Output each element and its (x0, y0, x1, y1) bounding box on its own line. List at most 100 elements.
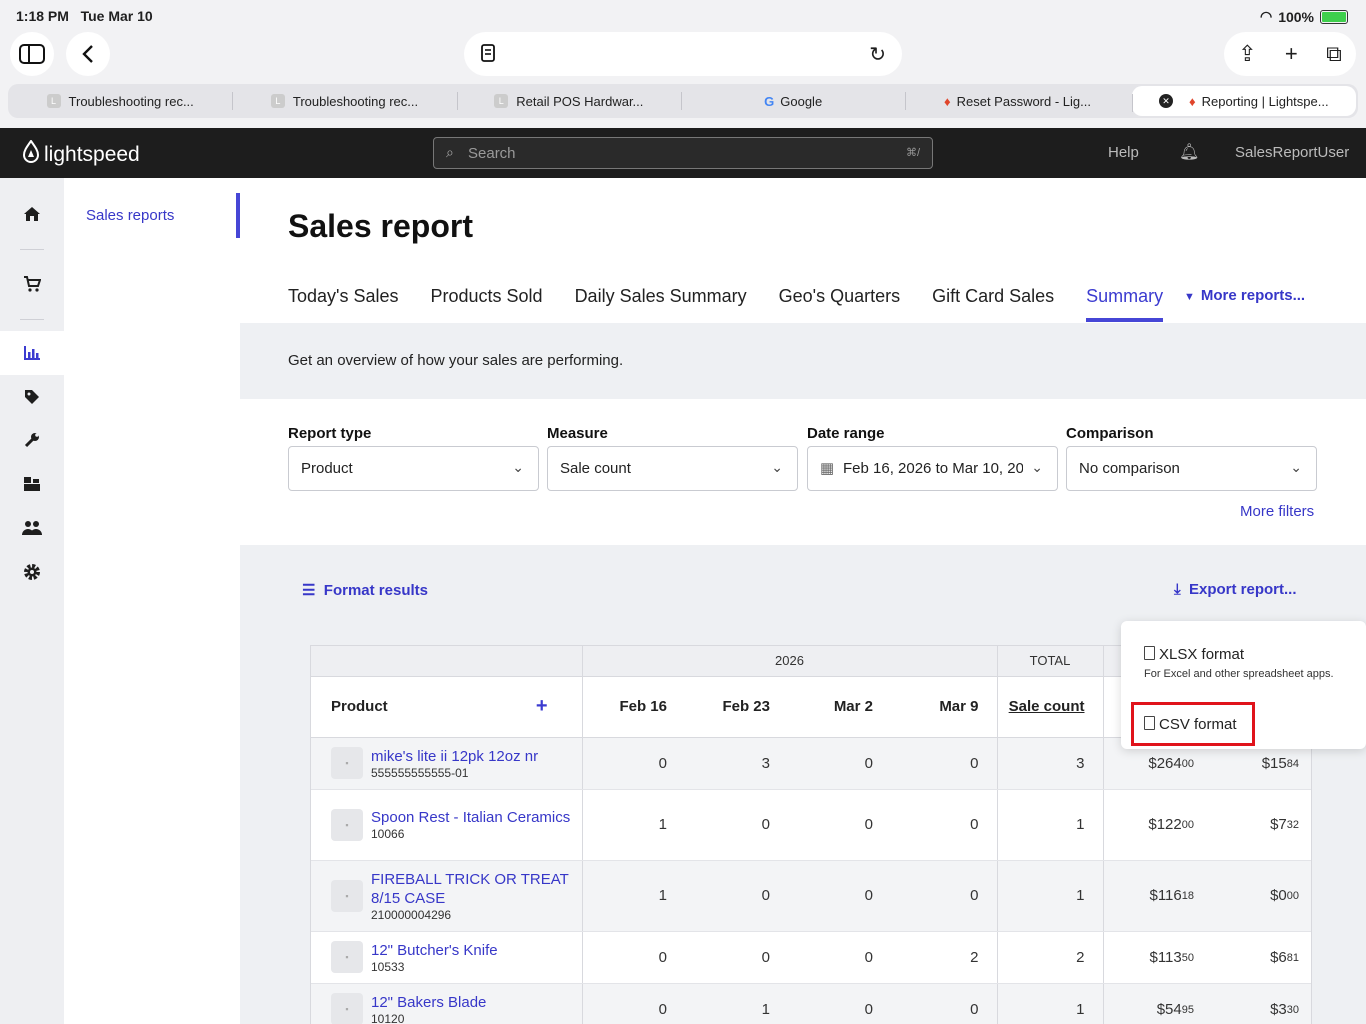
week-value: 0 (582, 931, 685, 984)
product-link[interactable]: FIREBALL TRICK OR TREAT 8/15 CASE (371, 870, 571, 908)
col-week[interactable]: Feb 23 (685, 676, 788, 738)
report-type-select[interactable]: Product ⌄ (288, 446, 539, 491)
col-week[interactable]: Mar 2 (788, 676, 891, 738)
total-value: 3 (996, 737, 1104, 790)
table-body: ▪ mike's lite ii 12pk 12oz nr 555555555555… (311, 737, 1311, 1024)
measure-select[interactable]: Sale count ⌄ (547, 446, 798, 491)
subnav-sales-reports[interactable]: Sales reports (86, 207, 174, 224)
col-sale-count[interactable]: Sale count (996, 676, 1104, 738)
tab-summary[interactable]: Summary (1086, 286, 1164, 322)
table-row: ▪ 12" Bakers Blade 10120 0 1 0 0 1 $5495 $330 (311, 983, 1311, 1024)
total-value: 2 (996, 931, 1104, 984)
caret-down-icon: ▼ (1184, 291, 1195, 303)
status-bar: 1:18 PM Tue Mar 10 ◠ 100% (0, 0, 1366, 32)
sidebar-toggle-icon[interactable] (10, 32, 54, 76)
week-value: 0 (582, 983, 685, 1024)
product-thumbnail: ▪ (331, 808, 363, 841)
flame-logo-icon (22, 139, 40, 170)
user-menu[interactable]: SalesReportUser (1235, 144, 1349, 161)
tab-gift-card-sales[interactable]: Gift Card Sales (932, 286, 1054, 322)
amount-value: $000 (1208, 860, 1311, 932)
add-column-icon[interactable]: + (536, 695, 548, 718)
export-report-button[interactable]: ⤓ Export report... (1174, 581, 1297, 598)
lightspeed-logo[interactable]: lightspeed (22, 139, 140, 170)
chevron-down-icon: ⌄ (512, 459, 524, 475)
wrench-icon[interactable] (0, 420, 64, 460)
more-filters-link[interactable]: More filters (1240, 503, 1314, 520)
amount-value: $732 (1208, 789, 1311, 861)
new-tab-icon[interactable]: + (1285, 41, 1298, 67)
share-icon[interactable]: ⇪ (1238, 41, 1256, 67)
product-thumbnail: ▪ (331, 879, 363, 912)
week-value: 0 (788, 737, 891, 790)
product-cell: ▪ Spoon Rest - Italian Ceramics 10066 (311, 789, 583, 861)
icon-sidebar (0, 178, 64, 1024)
browser-tab[interactable]: L Troubleshooting rec... (8, 84, 232, 118)
cart-icon[interactable] (0, 264, 64, 304)
product-thumbnail: ▪ (331, 941, 363, 973)
search-input[interactable] (468, 143, 868, 163)
tag-icon[interactable] (0, 377, 64, 417)
customers-icon[interactable] (0, 508, 64, 548)
tab-geos-quarters[interactable]: Geo's Quarters (779, 286, 900, 322)
product-link[interactable]: 12" Butcher's Knife (371, 941, 571, 960)
more-reports-dropdown[interactable]: ▼ More reports... (1184, 287, 1305, 304)
format-results-button[interactable]: ☰ Format results (302, 581, 428, 599)
table-row: ▪ FIREBALL TRICK OR TREAT 8/15 CASE 210000… (311, 860, 1311, 932)
col-week[interactable]: Mar 9 (891, 676, 997, 738)
col-product[interactable]: Product + (311, 676, 583, 738)
browser-tab[interactable]: L Retail POS Hardwar... (456, 84, 681, 118)
address-bar[interactable]: ↻ (464, 32, 902, 76)
tabs-overview-icon[interactable]: ⧉ (1326, 41, 1342, 67)
report-tabs: Today's Sales Products Sold Daily Sales … (288, 286, 1195, 322)
overview-text: Get an overview of how your sales are pe… (288, 352, 624, 369)
bell-icon[interactable]: 🔔︎ (1179, 142, 1199, 162)
export-menu: XLSX format For Excel and other spreadsh… (1121, 621, 1366, 749)
tab-products-sold[interactable]: Products Sold (431, 286, 543, 322)
flame-favicon-icon: ♦ (943, 93, 951, 109)
reader-icon[interactable] (480, 44, 496, 67)
date-range-picker[interactable]: ▦ Feb 16, 2026 to Mar 10, 2026 ⌄ (807, 446, 1058, 491)
product-thumbnail: ▪ (331, 993, 363, 1024)
product-sku: 10533 (371, 959, 405, 974)
browser-actions: ⇪ + ⧉ (1224, 32, 1356, 76)
week-value: 0 (891, 860, 997, 932)
browser-tab-active[interactable]: ✕ ♦ Reporting | Lightspe... (1131, 86, 1356, 116)
table-row: ▪ 12" Butcher's Knife 10533 0 0 0 2 2 $11350 $681 (311, 931, 1311, 984)
settings-gear-icon[interactable] (0, 552, 64, 592)
reload-icon[interactable]: ↻ (869, 42, 886, 67)
back-icon[interactable] (66, 32, 110, 76)
product-link[interactable]: mike's lite ii 12pk 12oz nr (371, 747, 571, 766)
week-value: 3 (685, 737, 788, 790)
tab-daily-sales-summary[interactable]: Daily Sales Summary (575, 286, 747, 322)
week-value: 1 (582, 789, 685, 861)
search-box[interactable]: ⌕ ⌘/ (433, 137, 933, 169)
sidebar-divider (20, 319, 44, 320)
close-tab-icon[interactable]: ✕ (1159, 94, 1173, 108)
browser-tab[interactable]: L Troubleshooting rec... (232, 84, 456, 118)
browser-tab[interactable]: ♦ Reset Password - Lig... (905, 84, 1129, 118)
inventory-icon[interactable] (0, 464, 64, 504)
product-link[interactable]: Spoon Rest - Italian Ceramics (371, 808, 571, 827)
comparison-select[interactable]: No comparison ⌄ (1066, 446, 1317, 491)
xlsx-format-option[interactable]: XLSX format (1144, 646, 1244, 663)
group-year: 2026 (582, 646, 998, 677)
tab-todays-sales[interactable]: Today's Sales (288, 286, 399, 322)
csv-format-option[interactable]: CSV format (1144, 716, 1237, 733)
page-title: Sales report (288, 208, 473, 244)
week-value: 0 (788, 983, 891, 1024)
week-value: 0 (891, 983, 997, 1024)
help-link[interactable]: Help (1108, 144, 1139, 161)
week-value: 0 (685, 860, 788, 932)
reports-subnav: Sales reports (64, 178, 240, 1024)
browser-tab[interactable]: G Google (680, 84, 905, 118)
col-week[interactable]: Feb 16 (582, 676, 685, 738)
xlsx-file-icon (1144, 646, 1155, 660)
lightspeed-favicon-icon: L (270, 94, 285, 108)
lightspeed-favicon-icon: L (494, 94, 509, 108)
product-cell: ▪ mike's lite ii 12pk 12oz nr 555555555555… (311, 737, 583, 790)
product-link[interactable]: 12" Bakers Blade (371, 993, 571, 1012)
product-sku: 10120 (371, 1011, 405, 1024)
home-icon[interactable] (0, 194, 64, 234)
reports-chart-icon[interactable] (0, 331, 64, 375)
